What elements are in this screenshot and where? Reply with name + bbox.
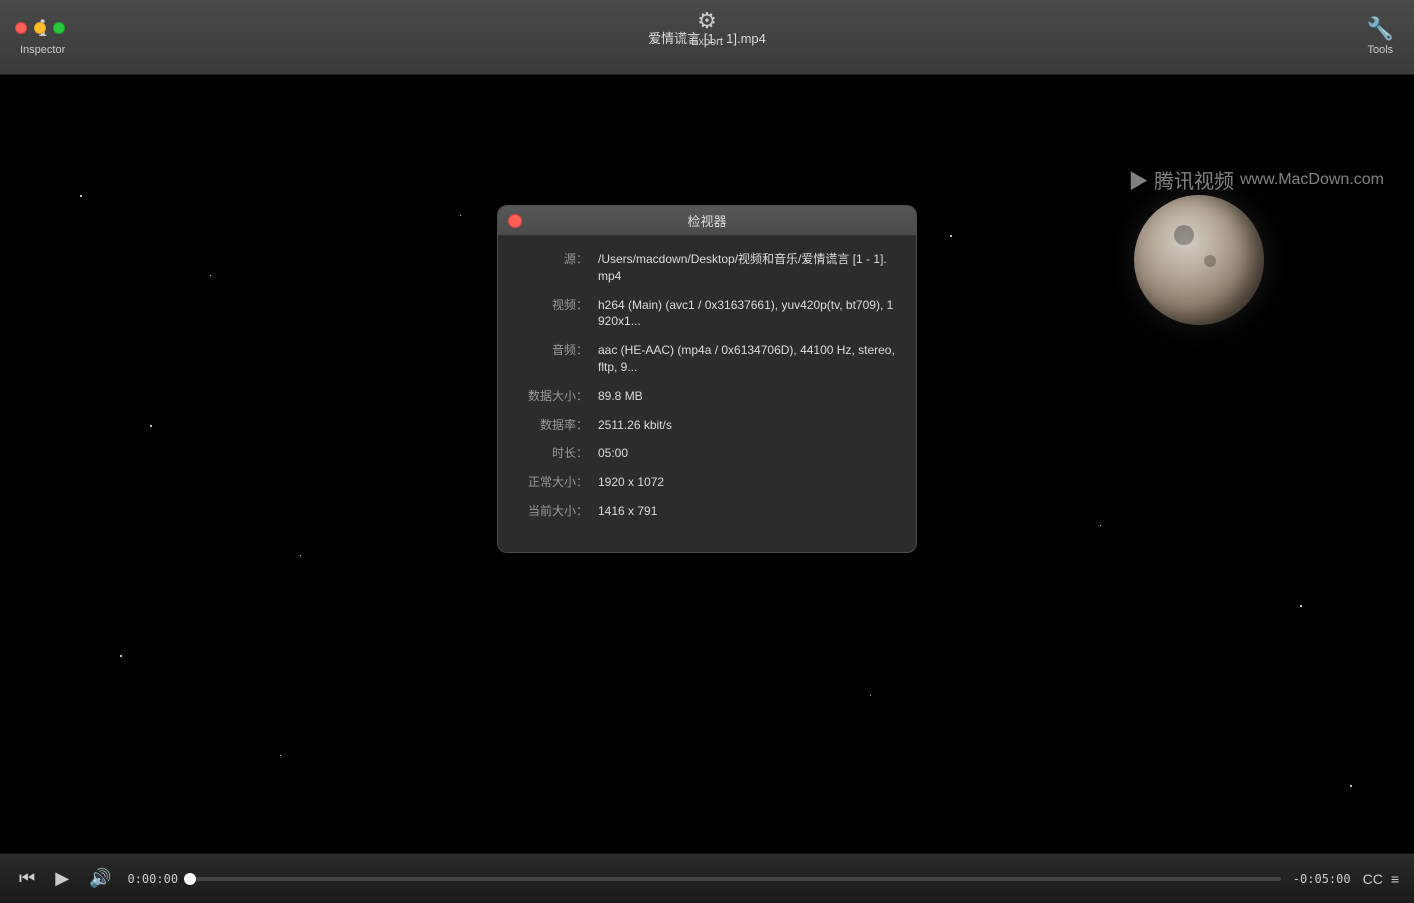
dialog-title: 检视器 <box>687 211 726 230</box>
star-decoration <box>300 555 301 556</box>
info-label-bitrate: 数据率： <box>518 417 588 434</box>
info-label-datasize: 数据大小： <box>518 388 588 405</box>
info-row-current-size: 当前大小： 1416 x 791 <box>518 503 896 520</box>
tools-label: Tools <box>1367 44 1393 56</box>
dialog-titlebar: × 检视器 <box>498 206 916 236</box>
time-remaining: -0:05:00 <box>1293 872 1351 886</box>
play-button[interactable]: ▶ <box>51 868 73 889</box>
info-value-video: h264 (Main) (avc1 / 0x31637661), yuv420p… <box>598 297 896 331</box>
info-label-video: 视频： <box>518 297 588 331</box>
tools-toolbar-item[interactable]: 🔧 Tools <box>1367 18 1394 56</box>
star-decoration <box>280 755 281 756</box>
watermark: ▶ 腾讯视频 www.MacDown.com <box>1128 165 1384 194</box>
progress-thumb <box>184 873 196 885</box>
info-value-duration: 05:00 <box>598 445 628 462</box>
star-decoration <box>80 195 82 197</box>
toolbar: ℹ Inspector 爱情谎言 [1 - 1].mp4 ⚙ Export 🔧 … <box>0 0 1414 75</box>
star-decoration <box>210 275 211 276</box>
inspector-label: Inspector <box>20 44 65 56</box>
inspector-dialog: × 检视器 源： /Users/macdown/Desktop/视频和音乐/爱情… <box>497 205 917 553</box>
info-row-audio: 音频： aac (HE-AAC) (mp4a / 0x6134706D), 44… <box>518 342 896 376</box>
info-value-source: /Users/macdown/Desktop/视频和音乐/爱情谎言 [1 - 1… <box>598 251 896 285</box>
export-icon: ⚙ <box>697 10 717 32</box>
window-controls <box>15 22 65 34</box>
info-row-source: 源： /Users/macdown/Desktop/视频和音乐/爱情谎言 [1 … <box>518 251 896 285</box>
controls-bar: ⏮ ▶ 🔊 0:00:00 -0:05:00 CC ≡ <box>0 853 1414 903</box>
maximize-button[interactable] <box>53 22 65 34</box>
minimize-button[interactable] <box>34 22 46 34</box>
star-decoration <box>120 655 122 657</box>
progress-bar[interactable] <box>190 877 1281 881</box>
captions-button[interactable]: CC <box>1363 871 1383 887</box>
info-value-bitrate: 2511.26 kbit/s <box>598 417 672 434</box>
info-row-normal-size: 正常大小： 1920 x 1072 <box>518 474 896 491</box>
time-current: 0:00:00 <box>127 872 178 886</box>
watermark-text: www.MacDown.com <box>1240 171 1384 189</box>
star-decoration <box>460 215 461 216</box>
watermark-logo-icon: ▶ 腾讯视频 <box>1128 165 1234 194</box>
info-label-duration: 时长： <box>518 445 588 462</box>
info-row-duration: 时长： 05:00 <box>518 445 896 462</box>
info-label-normal-size: 正常大小： <box>518 474 588 491</box>
star-decoration <box>1350 785 1352 787</box>
video-area: ▶ 腾讯视频 www.MacDown.com × 检视器 源： /Users/m… <box>0 75 1414 853</box>
star-decoration <box>1300 605 1302 607</box>
star-decoration <box>1100 525 1101 526</box>
dialog-close-button[interactable]: × <box>508 214 522 228</box>
star-decoration <box>150 425 152 427</box>
star-decoration <box>950 235 952 237</box>
controls-right: CC ≡ <box>1363 871 1399 887</box>
info-value-audio: aac (HE-AAC) (mp4a / 0x6134706D), 44100 … <box>598 342 896 376</box>
volume-button[interactable]: 🔊 <box>85 868 115 889</box>
chapters-button[interactable]: ≡ <box>1391 871 1399 887</box>
info-row-video: 视频： h264 (Main) (avc1 / 0x31637661), yuv… <box>518 297 896 331</box>
info-label-current-size: 当前大小： <box>518 503 588 520</box>
export-label: Export <box>691 36 723 48</box>
star-decoration <box>870 695 871 696</box>
close-button[interactable] <box>15 22 27 34</box>
info-label-audio: 音频： <box>518 342 588 376</box>
dialog-body: 源： /Users/macdown/Desktop/视频和音乐/爱情谎言 [1 … <box>498 236 916 552</box>
info-value-current-size: 1416 x 791 <box>598 503 657 520</box>
info-row-datasize: 数据大小： 89.8 MB <box>518 388 896 405</box>
info-label-source: 源： <box>518 251 588 285</box>
skip-back-button[interactable]: ⏮ <box>15 868 39 889</box>
moon-decoration <box>1134 195 1264 325</box>
tools-icon: 🔧 <box>1367 18 1394 40</box>
info-value-normal-size: 1920 x 1072 <box>598 474 664 491</box>
info-value-datasize: 89.8 MB <box>598 388 643 405</box>
export-toolbar-item[interactable]: ⚙ Export <box>691 10 723 48</box>
info-row-bitrate: 数据率： 2511.26 kbit/s <box>518 417 896 434</box>
